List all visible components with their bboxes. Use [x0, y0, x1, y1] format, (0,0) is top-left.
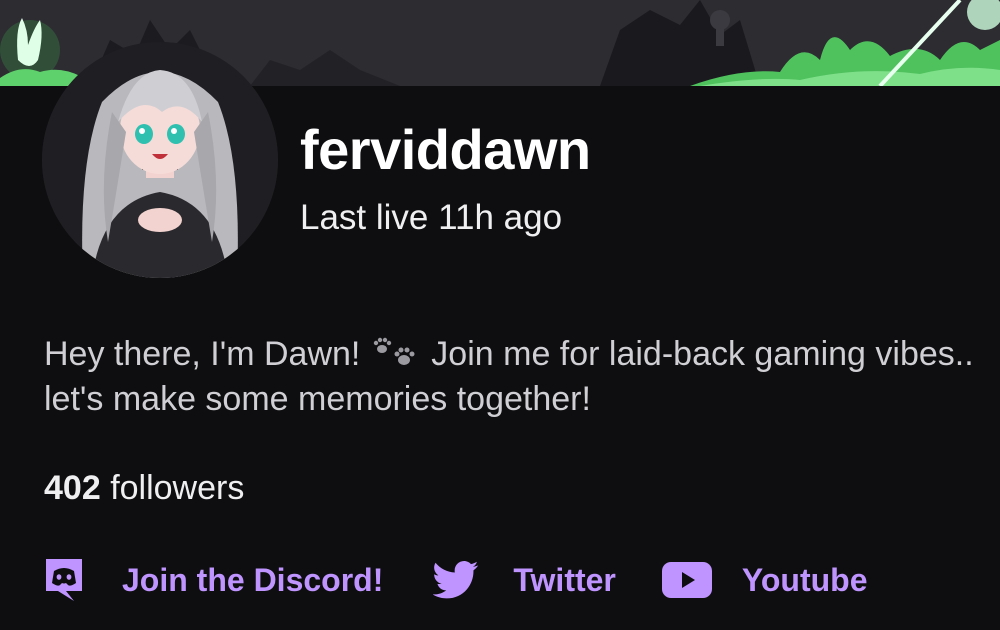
twitter-icon: [433, 560, 479, 600]
channel-bio: Hey there, I'm Dawn! Join me for laid-ba…: [44, 332, 974, 422]
follower-count: 402 followers: [44, 466, 244, 510]
discord-link-label: Join the Discord!: [122, 561, 384, 598]
twitter-link[interactable]: Twitter: [433, 560, 616, 600]
bio-text-1: Hey there, I'm Dawn!: [44, 335, 361, 373]
youtube-icon: [661, 562, 712, 598]
follower-number: 402: [44, 469, 101, 507]
last-live-status: Last live 11h ago: [300, 198, 563, 237]
social-links: Join the Discord! Twitter Youtube: [44, 555, 867, 605]
discord-link[interactable]: Join the Discord!: [44, 557, 383, 603]
avatar-illustration: [42, 42, 278, 278]
paw-prints-icon: [370, 335, 422, 369]
follower-label: followers: [110, 469, 245, 507]
youtube-link-label: Youtube: [741, 561, 868, 598]
youtube-link[interactable]: Youtube: [661, 561, 868, 599]
discord-icon: [44, 557, 84, 603]
avatar[interactable]: [42, 42, 278, 278]
twitter-link-label: Twitter: [513, 561, 616, 598]
channel-username: ferviddawn: [300, 118, 591, 181]
